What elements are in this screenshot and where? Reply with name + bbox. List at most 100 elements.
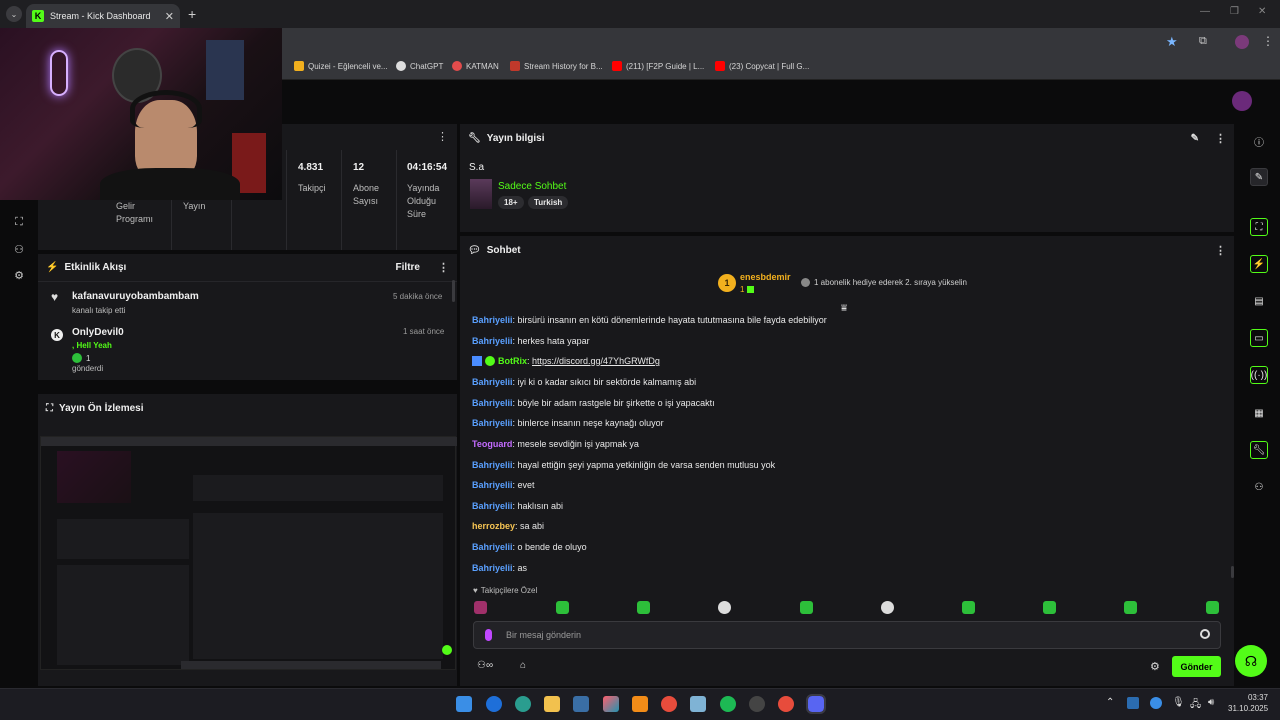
activity-user[interactable]: OnlyDevil0 xyxy=(72,327,124,338)
tray-chevron-icon[interactable]: ⌃ xyxy=(1106,697,1114,708)
emote-icon[interactable] xyxy=(718,601,731,614)
edit-icon[interactable]: ✎ xyxy=(1250,168,1268,186)
activity-menu-icon[interactable]: ⋮ xyxy=(438,261,449,274)
close-tab-icon[interactable]: ✕ xyxy=(165,10,174,23)
app-icon[interactable] xyxy=(486,696,502,712)
vlc-icon[interactable] xyxy=(632,696,648,712)
bookmark-youtube-2[interactable]: (23) Copycat | Full G... xyxy=(715,61,809,71)
tab-search-icon[interactable]: ⌄ xyxy=(6,6,22,22)
obs-icon[interactable] xyxy=(749,696,765,712)
star-bookmark-icon[interactable]: ★ xyxy=(1166,34,1178,50)
bookmark-chatgpt[interactable]: ChatGPT xyxy=(396,61,443,71)
emote-icon[interactable] xyxy=(962,601,975,614)
stream-info-menu-icon[interactable]: ⋮ xyxy=(1215,132,1226,145)
network-icon[interactable]: 🖧︎ xyxy=(1190,697,1201,714)
chat-username[interactable]: Bahriyelii xyxy=(472,480,513,490)
stack-icon[interactable]: ▦ xyxy=(1250,404,1268,422)
browser-tab[interactable]: K Stream - Kick Dashboard ✕ xyxy=(26,4,180,28)
settings-icon[interactable]: ⚙ xyxy=(12,269,26,283)
close-window-icon[interactable]: ✕ xyxy=(1258,6,1266,17)
chat-username[interactable]: Bahriyelii xyxy=(472,398,513,408)
category-thumbnail[interactable] xyxy=(470,179,492,209)
chrome-icon[interactable] xyxy=(661,696,677,712)
edit-icon[interactable]: ✎ xyxy=(1191,133,1199,144)
chat-link[interactable]: https://discord.gg/47YhGRWfDg xyxy=(532,356,660,366)
profile-avatar[interactable] xyxy=(1235,35,1249,49)
chat-username[interactable]: Bahriyelii xyxy=(472,377,513,387)
category-link[interactable]: Sadece Sohbet xyxy=(498,181,566,192)
activity-scrollbar[interactable] xyxy=(452,280,455,302)
discord-icon[interactable] xyxy=(806,694,826,714)
spotify-icon[interactable] xyxy=(720,696,736,712)
chat-username[interactable]: Bahriyelii xyxy=(472,563,513,573)
screen-capture-icon[interactable]: ⛶ xyxy=(12,216,26,230)
chat-menu-icon[interactable]: ⋮ xyxy=(1215,244,1226,257)
tag[interactable]: 18+ xyxy=(498,196,524,209)
broadcast-icon[interactable]: ((·)) xyxy=(1250,366,1268,384)
screen-icon[interactable]: ⛶ xyxy=(1250,218,1268,236)
top-gifter-name[interactable]: enesbdemir xyxy=(740,272,791,282)
user-avatar[interactable] xyxy=(1232,91,1252,111)
wrench-icon[interactable]: 🔧︎ xyxy=(1250,441,1268,459)
bookmark-youtube-1[interactable]: (211) [F2P Guide | L... xyxy=(612,61,704,71)
emote-icon[interactable] xyxy=(881,601,894,614)
emote-icon[interactable] xyxy=(556,601,569,614)
emote-icon[interactable] xyxy=(1043,601,1056,614)
users-icon[interactable]: ⚇ xyxy=(12,243,26,257)
bookmark-katman[interactable]: KATMAN xyxy=(452,61,499,71)
chat-username[interactable]: Bahriyelii xyxy=(472,418,513,428)
bolt-icon[interactable]: ⚡ xyxy=(1250,255,1268,273)
tag[interactable]: Turkish xyxy=(528,196,569,209)
emote-icon[interactable] xyxy=(474,601,487,614)
microphone-icon[interactable] xyxy=(485,629,492,641)
volume-icon[interactable]: 🔊︎ xyxy=(1208,697,1214,708)
emote-icon[interactable] xyxy=(637,601,650,614)
clock[interactable]: 03:37 31.10.2025 xyxy=(1228,692,1268,714)
chat-username[interactable]: herrozbey xyxy=(472,521,515,531)
chat-username[interactable]: Teoguard xyxy=(472,439,512,449)
channel-points-icon[interactable]: ⚇∞ xyxy=(477,660,493,671)
new-tab-button[interactable]: + xyxy=(188,6,196,22)
minimize-icon[interactable]: — xyxy=(1200,6,1210,17)
chat-input-box[interactable] xyxy=(473,621,1221,649)
emote-icon[interactable] xyxy=(1124,601,1137,614)
support-headset-icon[interactable]: ☊ xyxy=(1235,645,1267,677)
store-app-icon[interactable] xyxy=(573,696,589,712)
chat-icon[interactable]: ▭ xyxy=(1250,329,1268,347)
microphone-tray-icon[interactable]: 🎙︎ xyxy=(1172,697,1185,708)
chat-scrollbar[interactable] xyxy=(1231,566,1234,578)
stats-menu-icon[interactable]: ⋮ xyxy=(437,130,448,143)
windows-start-icon[interactable] xyxy=(456,696,472,712)
chat-input[interactable]: Bir mesaj gönderin xyxy=(506,630,581,640)
collapse-pin-icon[interactable]: ⩸ xyxy=(841,303,847,314)
send-button[interactable]: Gönder xyxy=(1172,656,1221,677)
chat-username[interactable]: Bahriyelii xyxy=(472,501,513,511)
info-icon[interactable]: ⓘ xyxy=(1250,132,1268,150)
file-explorer-icon[interactable] xyxy=(544,696,560,712)
chat-username[interactable]: Bahriyelii xyxy=(472,336,513,346)
app-icon[interactable] xyxy=(603,696,619,712)
emote-icon[interactable] xyxy=(1206,601,1219,614)
emote-icon[interactable] xyxy=(800,601,813,614)
store-icon[interactable]: ⌂ xyxy=(520,660,526,671)
edge-icon[interactable] xyxy=(515,696,531,712)
emoji-icon[interactable] xyxy=(1200,629,1210,639)
chat-username[interactable]: Bahriyelii xyxy=(472,542,513,552)
extensions-icon[interactable]: ⧉ xyxy=(1199,35,1207,48)
chat-username[interactable]: Bahriyelii xyxy=(472,315,513,325)
filter-button[interactable]: Filtre xyxy=(396,262,420,273)
app-icon[interactable] xyxy=(690,696,706,712)
chat-username[interactable]: Bahriyelii xyxy=(472,460,513,470)
tray-icon[interactable] xyxy=(1150,697,1162,709)
activity-user[interactable]: kafanavuruyobambambam xyxy=(72,291,199,302)
chat-settings-icon[interactable]: ⚙ xyxy=(1150,660,1160,673)
group-icon[interactable]: ⚇ xyxy=(1250,478,1268,496)
tray-icon[interactable] xyxy=(1127,697,1139,709)
maximize-icon[interactable]: ❐ xyxy=(1230,6,1239,17)
browser-menu-icon[interactable]: ⋮ xyxy=(1262,34,1274,48)
bookmark-quizei[interactable]: Quizei - Eğlenceli ve... xyxy=(294,61,388,71)
chat-username[interactable]: BotRix xyxy=(498,356,527,366)
chrome-icon[interactable] xyxy=(778,696,794,712)
bookmark-stream-history[interactable]: Stream History for B... xyxy=(510,61,603,71)
document-icon[interactable]: ▤ xyxy=(1250,292,1268,310)
